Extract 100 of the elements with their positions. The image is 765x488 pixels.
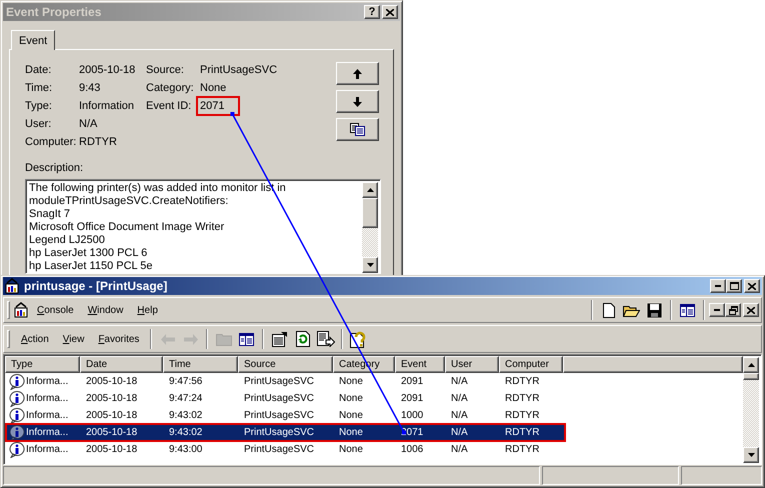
field-value: 2071 <box>198 98 238 114</box>
table-cell: PrintUsageSVC <box>244 427 314 438</box>
list-row[interactable]: Informa... 2005-10-18 9:47:56 PrintUsageSVC None 2091 N/A RDTYR <box>6 373 743 390</box>
scroll-up-button[interactable] <box>743 357 759 373</box>
window-title: printusage - [PrintUsage] <box>24 279 168 293</box>
field-value: 9:43 <box>78 82 102 94</box>
minimize-icon <box>714 309 720 311</box>
column-header[interactable]: Time <box>163 356 238 373</box>
table-cell: 2091 <box>401 376 424 387</box>
maximize-icon <box>730 282 738 290</box>
scroll-up-button[interactable] <box>362 182 378 198</box>
column-header[interactable]: Event <box>395 356 445 373</box>
new-document-icon[interactable] <box>602 302 614 318</box>
table-cell: 9:47:56 <box>169 376 202 387</box>
table-cell: 2091 <box>401 393 424 404</box>
table-cell: 9:43:02 <box>169 427 202 438</box>
field-value: N/A <box>78 118 98 130</box>
down-arrow-icon <box>366 263 374 267</box>
up-arrow-icon <box>353 68 362 78</box>
field-label: Category: <box>146 82 195 94</box>
column-header[interactable]: Date <box>80 356 163 373</box>
info-icon <box>9 390 25 406</box>
list-row[interactable]: Informa... 2005-10-18 9:43:00 PrintUsageSVC None 1006 N/A RDTYR <box>6 441 743 458</box>
copy-button[interactable] <box>336 118 379 141</box>
table-cell: None <box>339 427 363 438</box>
field-value: Information <box>78 100 136 112</box>
menu-item[interactable]: Window <box>80 302 130 318</box>
table-cell: Informa... <box>26 376 68 387</box>
down-arrow-icon <box>353 96 362 106</box>
close-button[interactable] <box>743 303 759 317</box>
table-cell: Informa... <box>26 427 68 438</box>
info-icon <box>9 374 25 390</box>
column-header[interactable]: Source <box>238 356 333 373</box>
menu-item[interactable]: Console <box>30 302 81 318</box>
next-button[interactable] <box>336 90 379 113</box>
field-value: 2005-10-18 <box>78 64 136 76</box>
table-cell: N/A <box>451 444 468 455</box>
open-folder-icon[interactable] <box>623 303 640 317</box>
table-cell: N/A <box>451 376 468 387</box>
field-label: User: <box>25 118 52 130</box>
close-button[interactable] <box>744 279 760 293</box>
table-cell: None <box>339 393 363 404</box>
table-cell: 2005-10-18 <box>86 444 138 455</box>
restore-button[interactable] <box>725 303 741 317</box>
column-header[interactable]: User <box>445 356 499 373</box>
table-cell: PrintUsageSVC <box>244 410 314 421</box>
table-cell: RDTYR <box>505 410 540 421</box>
tab[interactable]: Event <box>11 30 56 50</box>
table-cell: 1000 <box>401 410 424 421</box>
column-header[interactable]: Computer <box>499 356 563 373</box>
minimize-icon <box>715 285 721 287</box>
previous-button[interactable] <box>336 62 379 85</box>
description-label: Description: <box>25 162 84 175</box>
minimize-button[interactable] <box>710 279 726 293</box>
field-label: Computer: <box>25 136 78 148</box>
description-line: SnagIt 7 <box>29 208 71 221</box>
help-button[interactable]: ? <box>364 5 380 19</box>
pane-icon[interactable] <box>239 332 254 346</box>
pane-icon[interactable] <box>680 304 695 316</box>
description-line: moduleTPrintUsageSVC.CreateNotifiers: <box>29 195 230 208</box>
table-cell: None <box>339 444 363 455</box>
list-row[interactable]: Informa... 2005-10-18 9:43:02 PrintUsageSVC None 1000 N/A RDTYR <box>6 407 743 424</box>
table-cell: 2005-10-18 <box>86 427 138 438</box>
minimize-button[interactable] <box>709 303 725 317</box>
app-icon <box>5 278 21 294</box>
field-label: Date: <box>25 64 52 76</box>
scroll-down-button[interactable] <box>362 257 378 273</box>
scrollbar-thumb[interactable] <box>743 373 759 380</box>
menu-item[interactable]: Help <box>130 302 165 318</box>
table-cell: PrintUsageSVC <box>244 393 314 404</box>
window-title: Event Properties <box>6 5 102 19</box>
info-icon <box>9 442 25 458</box>
up-arrow-icon <box>748 363 754 367</box>
field-label: Source: <box>146 64 185 76</box>
column-header[interactable]: Type <box>5 356 80 373</box>
save-icon[interactable] <box>647 302 662 318</box>
restore-icon <box>728 306 738 314</box>
copy-icon <box>350 123 365 136</box>
menu-item[interactable]: View <box>56 332 92 346</box>
menu-item[interactable]: Favorites <box>91 332 146 346</box>
refresh-icon[interactable] <box>296 331 310 347</box>
close-button[interactable] <box>382 5 398 19</box>
properties-icon[interactable] <box>272 331 288 347</box>
table-cell: RDTYR <box>505 427 540 438</box>
close-icon <box>748 282 756 290</box>
export-list-icon[interactable] <box>316 331 335 347</box>
menu-item[interactable]: Action <box>14 332 56 346</box>
field-label: Event ID: <box>146 100 192 112</box>
info-icon <box>9 408 25 424</box>
field-label: Time: <box>25 82 54 94</box>
scrollbar-thumb[interactable] <box>362 198 378 228</box>
maximize-button[interactable] <box>726 279 742 293</box>
table-cell: RDTYR <box>505 444 540 455</box>
field-value: RDTYR <box>78 136 118 148</box>
list-row[interactable]: Informa... 2005-10-18 9:47:24 PrintUsageSVC None 2091 N/A RDTYR <box>6 390 743 407</box>
table-cell: N/A <box>451 410 468 421</box>
table-cell: 9:47:24 <box>169 393 202 404</box>
app-icon <box>14 302 30 318</box>
scroll-down-button[interactable] <box>743 447 759 463</box>
table-cell: 1006 <box>401 444 424 455</box>
